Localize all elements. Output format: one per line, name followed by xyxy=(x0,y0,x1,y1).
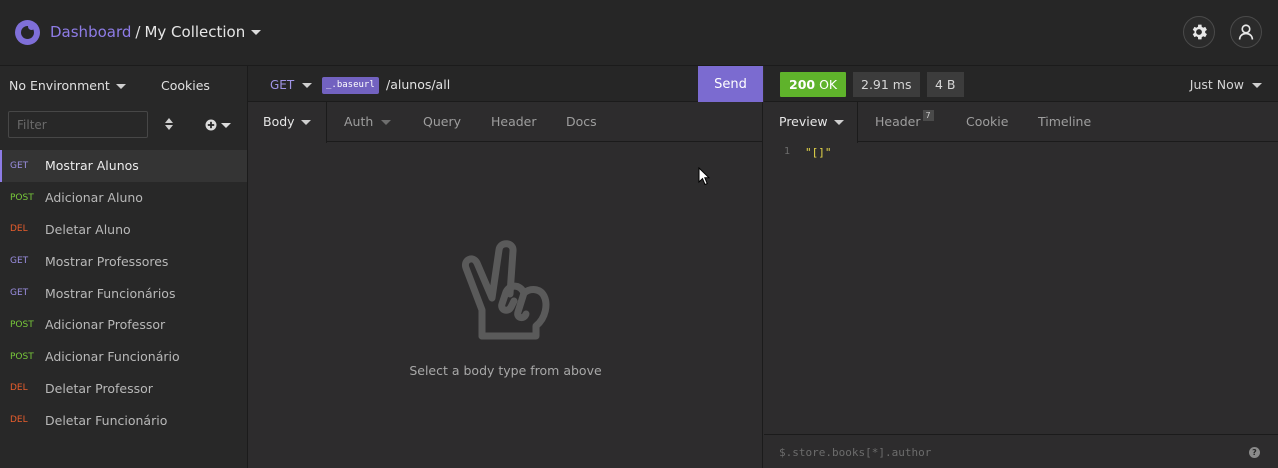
chevron-down-icon xyxy=(381,120,392,125)
tab-cookie[interactable]: Cookie xyxy=(966,102,1008,142)
sort-icon[interactable] xyxy=(162,116,176,132)
breadcrumb-dashboard-link[interactable]: Dashboard xyxy=(50,23,131,41)
header-count-badge: 7 xyxy=(922,110,934,121)
empty-body-message: Select a body type from above xyxy=(409,363,602,378)
environment-dropdown[interactable]: No Environment xyxy=(9,78,126,93)
method-badge: DEL xyxy=(10,383,28,394)
request-name: Adicionar Professor xyxy=(45,317,166,333)
method-dropdown[interactable]: GET xyxy=(270,78,313,92)
user-icon xyxy=(1238,24,1254,40)
tab-response-header[interactable]: Header 7 xyxy=(875,102,934,142)
settings-button[interactable] xyxy=(1183,16,1215,48)
chevron-down-icon xyxy=(833,120,844,125)
response-status-bar: 200 OK 2.91 ms 4 B Just Now xyxy=(764,66,1278,102)
tab-auth[interactable]: Auth xyxy=(344,102,392,142)
breadcrumb: Dashboard / My Collection xyxy=(50,23,262,41)
status-code: 200 xyxy=(789,77,816,92)
url-bar: GET _.baseurl /alunos/all Send xyxy=(248,66,763,102)
response-history-dropdown[interactable]: Just Now xyxy=(1190,77,1262,92)
code-line: "[]" xyxy=(805,146,832,159)
response-tabs: Preview Header 7 Cookie Timeline xyxy=(764,102,1278,143)
tab-header[interactable]: Header xyxy=(491,102,537,142)
request-name: Deletar Aluno xyxy=(45,221,131,237)
request-name: Mostrar Professores xyxy=(45,253,169,269)
breadcrumb-separator: / xyxy=(135,23,141,41)
gear-icon xyxy=(1192,24,1207,40)
method-badge: DEL xyxy=(10,415,28,426)
tab-response-header-label: Header xyxy=(875,114,921,129)
method-badge: GET xyxy=(10,288,29,299)
environment-label: No Environment xyxy=(9,78,110,93)
request-name: Deletar Funcionário xyxy=(45,412,168,428)
request-item-adicionar-aluno[interactable]: POST Adicionar Aluno xyxy=(0,182,247,214)
tab-query[interactable]: Query xyxy=(423,102,461,142)
sidebar: No Environment Cookies GET Mostrar Aluno… xyxy=(0,66,248,468)
url-input[interactable]: /alunos/all xyxy=(386,77,450,92)
chevron-down-icon xyxy=(221,122,231,128)
chevron-down-icon[interactable] xyxy=(251,30,262,35)
cookies-button[interactable]: Cookies xyxy=(161,78,210,93)
request-pane: GET _.baseurl /alunos/all Send Body Auth… xyxy=(248,66,763,468)
request-name: Adicionar Funcionário xyxy=(45,349,180,365)
request-item-mostrar-professores[interactable]: GET Mostrar Professores xyxy=(0,245,247,277)
base-url-variable-tag[interactable]: _.baseurl xyxy=(322,77,379,94)
account-button[interactable] xyxy=(1230,16,1262,48)
chevron-down-icon xyxy=(1252,83,1262,88)
json-path-filter-input[interactable] xyxy=(779,443,1219,461)
request-item-adicionar-funcionario[interactable]: POST Adicionar Funcionário xyxy=(0,341,247,373)
status-text: OK xyxy=(819,77,838,92)
mouse-cursor-icon xyxy=(698,167,710,186)
request-item-adicionar-professor[interactable]: POST Adicionar Professor xyxy=(0,309,247,341)
request-item-mostrar-alunos[interactable]: GET Mostrar Alunos xyxy=(0,150,247,182)
method-badge: POST xyxy=(10,319,34,330)
tab-docs[interactable]: Docs xyxy=(566,102,597,142)
add-request-menu-button[interactable] xyxy=(205,119,231,131)
response-pane: 200 OK 2.91 ms 4 B Just Now Preview Head… xyxy=(764,66,1278,468)
collection-name-dropdown[interactable]: My Collection xyxy=(144,23,245,41)
method-badge: POST xyxy=(10,351,34,362)
tab-auth-label: Auth xyxy=(344,114,374,129)
tab-timeline[interactable]: Timeline xyxy=(1038,102,1091,142)
timestamp-label: Just Now xyxy=(1189,77,1244,92)
request-list: GET Mostrar Alunos POST Adicionar Aluno … xyxy=(0,150,247,436)
request-name: Mostrar Alunos xyxy=(45,158,139,174)
peace-hand-icon xyxy=(462,240,550,340)
request-tabs: Body Auth Query Header Docs xyxy=(248,102,763,143)
status-badge: 200 OK xyxy=(780,72,847,97)
send-button[interactable]: Send xyxy=(698,66,763,102)
filter-input[interactable] xyxy=(8,111,148,138)
method-badge: DEL xyxy=(10,224,28,235)
request-item-deletar-aluno[interactable]: DEL Deletar Aluno xyxy=(0,214,247,246)
request-item-deletar-professor[interactable]: DEL Deletar Professor xyxy=(0,373,247,405)
tab-preview[interactable]: Preview xyxy=(764,102,858,143)
request-item-deletar-funcionario[interactable]: DEL Deletar Funcionário xyxy=(0,404,247,436)
method-badge: GET xyxy=(10,160,29,171)
method-label: GET xyxy=(270,78,295,92)
tab-body-label: Body xyxy=(263,114,295,129)
chevron-down-icon xyxy=(302,83,313,88)
response-size-badge: 4 B xyxy=(927,72,964,97)
response-time-badge: 2.91 ms xyxy=(853,72,920,97)
chevron-down-icon xyxy=(300,120,311,125)
chevron-down-icon xyxy=(115,84,126,89)
line-number: 1 xyxy=(784,146,791,157)
request-item-mostrar-funcionarios[interactable]: GET Mostrar Funcionários xyxy=(0,277,247,309)
insomnia-logo-icon[interactable] xyxy=(15,20,40,45)
help-icon[interactable]: ? xyxy=(1249,447,1260,458)
method-badge: GET xyxy=(10,256,29,267)
tab-body[interactable]: Body xyxy=(248,102,327,143)
request-name: Deletar Professor xyxy=(45,380,153,396)
top-bar: Dashboard / My Collection xyxy=(0,0,1278,66)
tab-preview-label: Preview xyxy=(779,114,828,129)
plus-circle-icon xyxy=(205,119,217,131)
request-name: Adicionar Aluno xyxy=(45,190,143,206)
method-badge: POST xyxy=(10,192,34,203)
request-name: Mostrar Funcionários xyxy=(45,285,176,301)
response-filter-bar: ? xyxy=(764,434,1278,468)
